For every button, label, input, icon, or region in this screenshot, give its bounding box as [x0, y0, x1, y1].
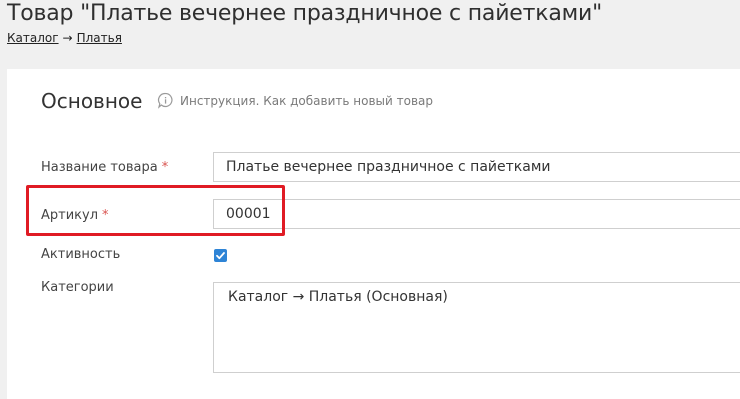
categories-label: Категории	[41, 280, 114, 295]
breadcrumb-link-dresses[interactable]: Платья	[77, 31, 122, 45]
product-name-label: Название товара *	[41, 160, 168, 175]
required-mark: *	[102, 208, 109, 223]
page-title: Товар "Платье вечернее праздничное с пай…	[7, 1, 603, 26]
help-link-text: Инструкция. Как добавить новый товар	[180, 93, 433, 108]
required-mark: *	[161, 160, 169, 175]
categories-box[interactable]: Каталог → Платья (Основная)	[213, 282, 740, 373]
category-entry[interactable]: Каталог → Платья (Основная)	[228, 289, 448, 305]
breadcrumb-link-catalog[interactable]: Каталог	[7, 31, 59, 45]
section-title: Основное	[41, 89, 143, 113]
main-panel: Основное Инструкция. Как добавить новый …	[7, 69, 740, 399]
active-checkbox[interactable]	[214, 249, 227, 262]
checkmark-icon	[216, 252, 225, 260]
breadcrumb-separator: →	[62, 31, 73, 45]
sku-input[interactable]	[213, 199, 740, 229]
info-speech-bubble-icon	[157, 92, 173, 109]
product-name-input[interactable]	[213, 152, 740, 182]
sku-label-text: Артикул	[41, 208, 99, 223]
help-link[interactable]: Инструкция. Как добавить новый товар	[157, 92, 433, 109]
breadcrumb: Каталог → Платья	[7, 31, 122, 45]
product-name-label-text: Название товара	[41, 160, 158, 175]
sku-label: Артикул *	[41, 208, 109, 223]
active-label: Активность	[41, 247, 121, 262]
